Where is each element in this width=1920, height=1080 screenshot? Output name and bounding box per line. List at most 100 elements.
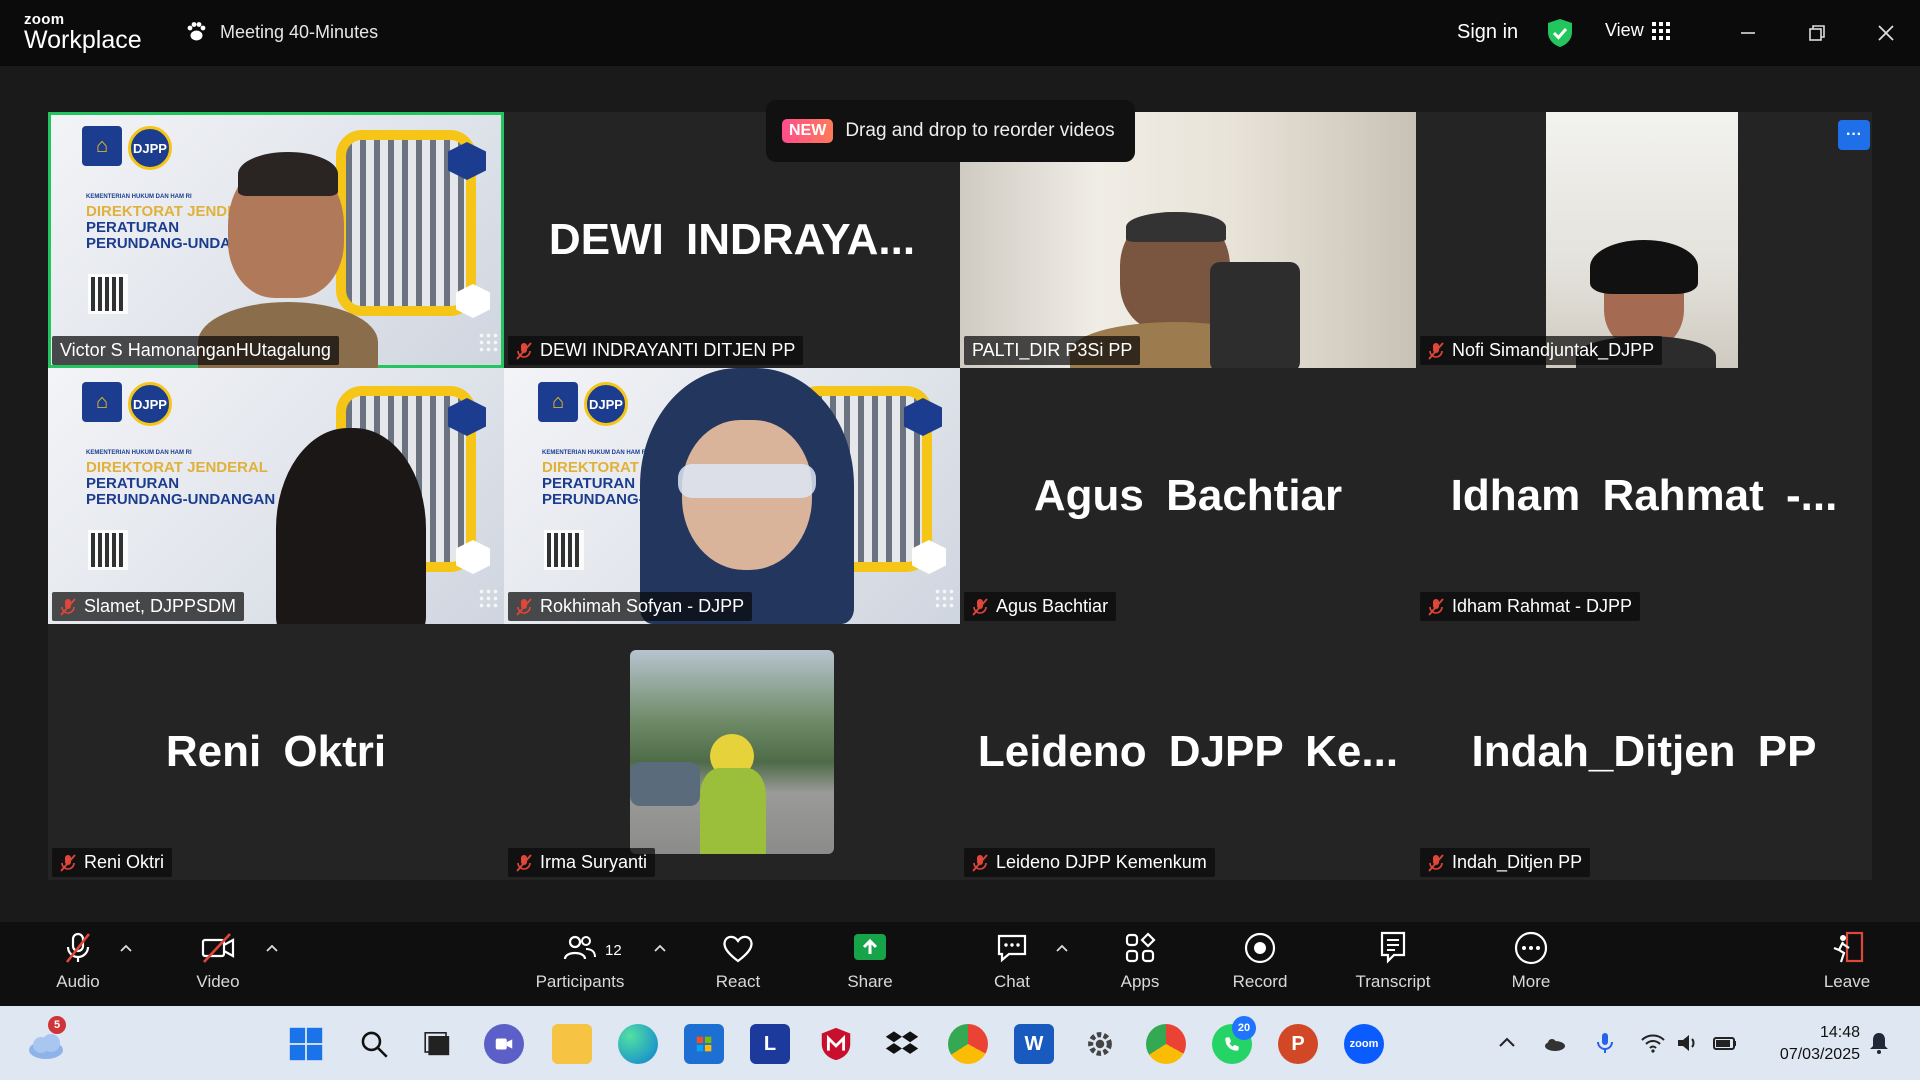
video-button[interactable]: Video <box>168 930 268 992</box>
close-button[interactable] <box>1869 16 1903 50</box>
edge-browser-icon[interactable] <box>618 1024 658 1064</box>
participant-name-label: Leideno DJPP Kemenkum <box>964 848 1215 877</box>
meeting-stage: NEW Drag and drop to reorder videos ··· … <box>0 66 1920 922</box>
video-tile-rokhimah[interactable]: ⌂ DJPP KEMENTERIAN HUKUM DAN HAM RI DIRE… <box>504 368 960 624</box>
video-tile-victor[interactable]: ⌂ DJPP KEMENTERIAN HUKUM DAN HAM RI DIRE… <box>48 112 504 368</box>
video-tile-reni[interactable]: Reni Oktri Reni Oktri <box>48 624 504 880</box>
meeting-toolbar: Audio Video Participants 12 React Share … <box>0 922 1920 1006</box>
slide-line2: PERATURAN <box>86 475 180 493</box>
chat-button[interactable]: Chat <box>962 930 1062 992</box>
view-button[interactable]: View <box>1605 20 1670 41</box>
participant-display-name: Reni Oktri <box>165 727 387 776</box>
chair <box>1210 262 1300 368</box>
transcript-button[interactable]: Transcript <box>1343 930 1443 992</box>
video-options-chevron-icon[interactable] <box>264 940 280 956</box>
search-icon <box>361 1031 388 1058</box>
grid-icon <box>1651 21 1670 40</box>
video-tile-leideno[interactable]: Leideno DJPP Ke... Leideno DJPP Kemenkum <box>960 624 1416 880</box>
battery-icon[interactable] <box>1712 1030 1738 1056</box>
audio-button[interactable]: Audio <box>28 930 128 992</box>
restore-button[interactable] <box>1800 16 1834 50</box>
wifi-icon[interactable] <box>1640 1030 1666 1056</box>
participant-name-label: Indah_Ditjen PP <box>1420 848 1591 877</box>
security-shield-icon[interactable] <box>1546 18 1574 48</box>
mic-muted-icon <box>60 597 76 616</box>
file-explorer-icon[interactable] <box>552 1024 592 1064</box>
video-chat-icon <box>495 1038 513 1050</box>
participants-button[interactable]: Participants <box>530 930 630 992</box>
notification-bell-icon[interactable] <box>1866 1030 1892 1056</box>
dropbox-icon[interactable] <box>882 1024 922 1064</box>
leave-button[interactable]: Leave <box>1797 930 1897 992</box>
transcript-label: Transcript <box>1355 972 1431 991</box>
reorder-tooltip: NEW Drag and drop to reorder videos <box>766 100 1135 162</box>
dots-decoration <box>934 588 954 608</box>
record-button[interactable]: Record <box>1210 930 1310 992</box>
heart-icon <box>723 935 753 963</box>
video-tile-irma[interactable]: Irma Suryanti <box>504 624 960 880</box>
participant-count: 12 <box>605 942 622 959</box>
participant-name: Rokhimah Sofyan - DJPP <box>540 596 745 616</box>
chat-icon <box>997 934 1027 963</box>
participant-name-label: Irma Suryanti <box>508 848 656 877</box>
participants-options-chevron-icon[interactable] <box>652 940 668 956</box>
word-app-icon[interactable]: W <box>1014 1024 1054 1064</box>
logo-zoom-text: zoom <box>24 11 65 28</box>
chat-label: Chat <box>994 972 1030 991</box>
clock-time: 14:48 <box>1819 1024 1860 1041</box>
video-label: Video <box>196 972 240 991</box>
car <box>630 762 700 806</box>
sign-in-link[interactable]: Sign in <box>1457 21 1518 44</box>
video-tile-nofi[interactable]: Nofi Simandjuntak_DJPP <box>1416 112 1872 368</box>
launcher-app-icon[interactable]: L <box>750 1024 790 1064</box>
participant-display-name: Idham Rahmat -... <box>1450 471 1838 520</box>
logo-workplace-text: Workplace <box>24 26 142 54</box>
participant-name: Irma Suryanti <box>540 852 648 872</box>
meeting-info[interactable]: Meeting 40-Minutes <box>184 20 378 44</box>
mic-muted-icon <box>1428 341 1444 360</box>
minimize-button[interactable] <box>1731 16 1765 50</box>
mic-muted-icon <box>65 932 91 963</box>
weather-badge: 5 <box>48 1016 66 1034</box>
react-button[interactable]: React <box>688 930 788 992</box>
store-grid-icon <box>696 1036 712 1052</box>
search-button[interactable] <box>354 1024 394 1064</box>
participant-name: Reni Oktri <box>84 852 165 872</box>
onedrive-icon[interactable] <box>1542 1030 1568 1056</box>
chevron-up-icon[interactable] <box>1494 1030 1520 1056</box>
shield-m-icon <box>821 1027 851 1061</box>
participant-name-label: Agus Bachtiar <box>964 592 1117 621</box>
teams-app-icon[interactable] <box>484 1024 524 1064</box>
view-label: View <box>1605 20 1644 40</box>
settings-app-icon[interactable] <box>1080 1024 1120 1064</box>
participant-name: Idham Rahmat - DJPP <box>1452 596 1633 616</box>
qr-code <box>88 274 128 314</box>
share-button[interactable]: Share <box>820 930 920 992</box>
zoom-app-icon[interactable]: zoom <box>1344 1024 1384 1064</box>
video-tile-slamet[interactable]: ⌂ DJPP KEMENTERIAN HUKUM DAN HAM RI DIRE… <box>48 368 504 624</box>
powerpoint-app-icon[interactable]: P <box>1278 1024 1318 1064</box>
store-app-icon[interactable] <box>684 1024 724 1064</box>
system-clock[interactable]: 14:48 07/03/2025 <box>1760 1022 1860 1065</box>
slide-line1: DIREKTORAT JENDERAL <box>86 459 268 477</box>
audio-options-chevron-icon[interactable] <box>118 940 134 956</box>
meeting-title: Meeting 40-Minutes <box>220 21 379 42</box>
video-tile-indah[interactable]: Indah_Ditjen PP Indah_Ditjen PP <box>1416 624 1872 880</box>
emblem-icon: ⌂ <box>82 382 122 422</box>
more-button[interactable]: More <box>1481 930 1581 992</box>
more-options-button[interactable]: ··· <box>1838 120 1870 150</box>
chrome-profile-icon[interactable] <box>1146 1024 1186 1064</box>
task-view-button[interactable] <box>418 1024 458 1064</box>
microphone-icon[interactable] <box>1592 1030 1618 1056</box>
participant-display-name: DEWI INDRAYA... <box>548 215 916 264</box>
mcafee-icon[interactable] <box>816 1024 856 1064</box>
chrome-browser-icon[interactable] <box>948 1024 988 1064</box>
video-tile-agus[interactable]: Agus Bachtiar Agus Bachtiar <box>960 368 1416 624</box>
apps-button[interactable]: Apps <box>1090 930 1190 992</box>
video-tile-idham[interactable]: Idham Rahmat -... Idham Rahmat - DJPP <box>1416 368 1872 624</box>
chat-options-chevron-icon[interactable] <box>1054 940 1070 956</box>
tooltip-text: Drag and drop to reorder videos <box>845 120 1115 141</box>
start-button[interactable] <box>286 1024 326 1064</box>
profile-photo <box>630 650 834 854</box>
volume-icon[interactable] <box>1674 1030 1700 1056</box>
